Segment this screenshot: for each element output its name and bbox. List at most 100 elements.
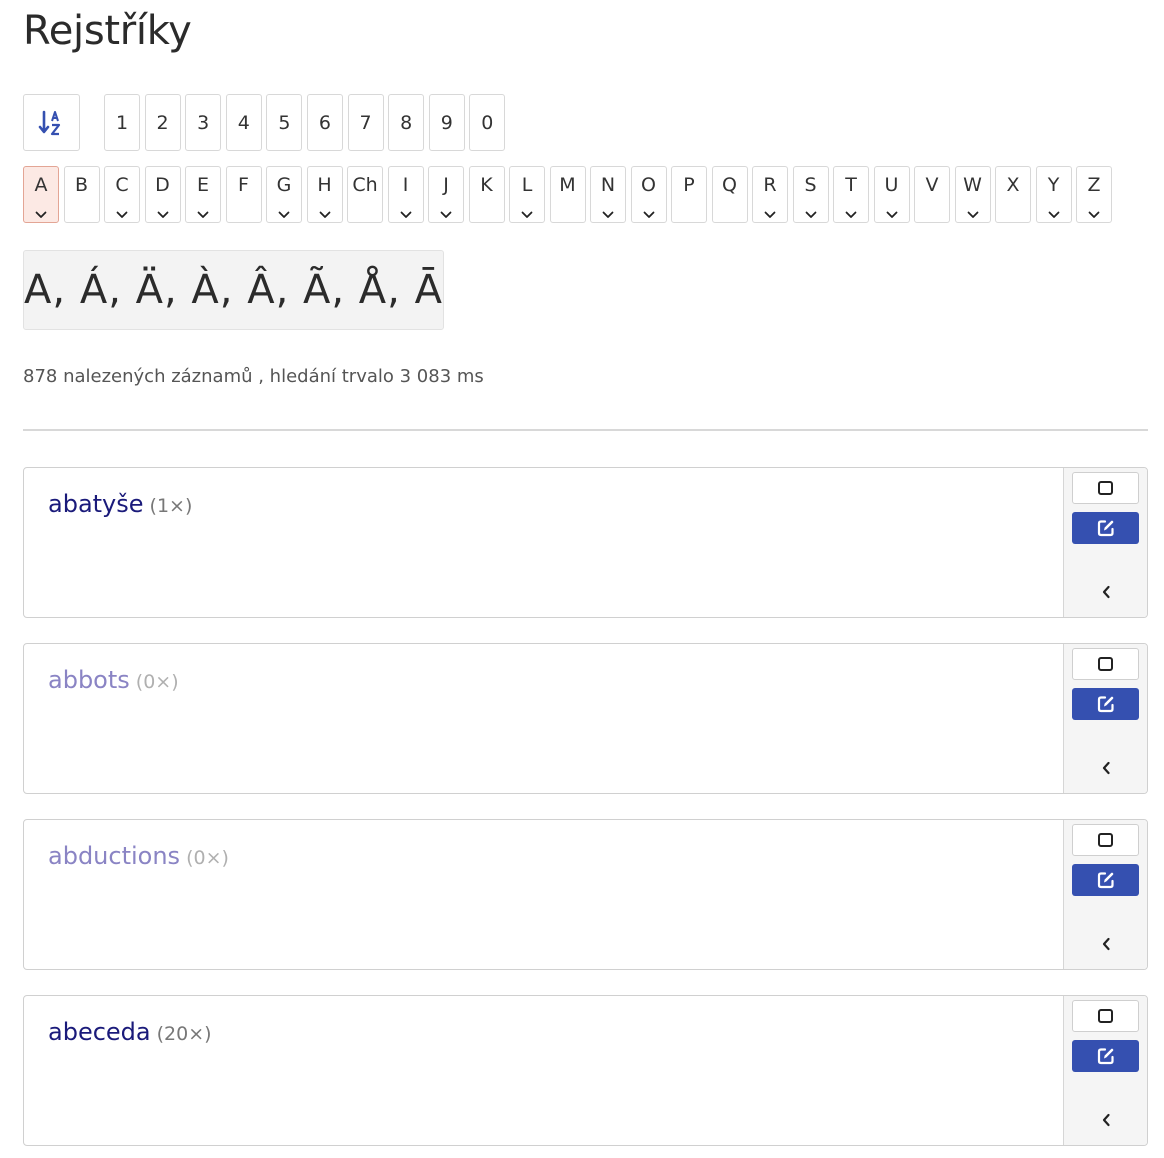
edit-button[interactable] bbox=[1072, 864, 1139, 896]
letter-expand-toggle[interactable] bbox=[308, 211, 342, 219]
select-checkbox-button[interactable] bbox=[1072, 648, 1139, 680]
letter-button[interactable]: M bbox=[549, 166, 586, 223]
letter-button[interactable]: B bbox=[63, 166, 100, 223]
letter-label: X bbox=[1006, 174, 1020, 196]
checkbox-icon bbox=[1098, 1009, 1113, 1023]
expand-button[interactable] bbox=[1072, 752, 1139, 784]
select-checkbox-button[interactable] bbox=[1072, 824, 1139, 856]
digit-button[interactable]: 3 bbox=[185, 94, 222, 151]
letter-button[interactable]: Y bbox=[1035, 166, 1072, 223]
letter-expand-toggle[interactable] bbox=[146, 211, 180, 219]
checkbox-icon bbox=[1098, 657, 1113, 671]
digit-button[interactable]: 7 bbox=[347, 94, 384, 151]
letter-button[interactable]: Q bbox=[711, 166, 748, 223]
digit-button[interactable]: 0 bbox=[469, 94, 506, 151]
select-checkbox-button[interactable] bbox=[1072, 1000, 1139, 1032]
letter-button[interactable]: I bbox=[387, 166, 424, 223]
letter-expand-toggle[interactable] bbox=[1037, 211, 1071, 219]
chevron-down-icon bbox=[157, 211, 168, 218]
expand-button[interactable] bbox=[1072, 576, 1139, 608]
digit-button[interactable]: 4 bbox=[225, 94, 262, 151]
chevron-down-icon bbox=[602, 211, 614, 218]
letter-button[interactable]: E bbox=[185, 166, 221, 223]
letter-expand-toggle[interactable] bbox=[591, 211, 625, 219]
letter-button[interactable]: F bbox=[225, 166, 262, 223]
chevron-down-icon bbox=[643, 211, 654, 218]
chevron-down-icon bbox=[440, 211, 452, 218]
letter-button[interactable]: D bbox=[144, 166, 181, 223]
digit-button[interactable]: 1 bbox=[104, 94, 140, 151]
letter-button[interactable]: S bbox=[792, 166, 829, 223]
digit-button[interactable]: 2 bbox=[144, 94, 181, 151]
digit-button[interactable]: 6 bbox=[306, 94, 343, 151]
entry-term[interactable]: abbots bbox=[48, 666, 130, 694]
entry-body: abductions (0×) bbox=[24, 820, 1063, 969]
letter-button[interactable]: C bbox=[104, 166, 140, 223]
edit-button[interactable] bbox=[1072, 512, 1139, 544]
edit-button[interactable] bbox=[1072, 688, 1139, 720]
digit-button[interactable]: 9 bbox=[428, 94, 465, 151]
letter-filter-bar: A B C D E F G H Ch I J K L M N O P Q R S T U V W X Y Z bbox=[23, 166, 1117, 223]
entry-term[interactable]: abductions bbox=[48, 842, 180, 870]
letter-expand-toggle[interactable] bbox=[632, 211, 666, 219]
edit-icon bbox=[1097, 872, 1114, 889]
chevron-down-icon bbox=[521, 211, 533, 218]
letter-expand-toggle[interactable] bbox=[956, 211, 990, 219]
entry-term[interactable]: abatyše bbox=[48, 490, 144, 518]
letter-label: M bbox=[559, 174, 576, 196]
letter-button[interactable]: Ch bbox=[347, 166, 383, 223]
digit-button[interactable]: 5 bbox=[266, 94, 303, 151]
entry-count: (0×) bbox=[135, 671, 179, 693]
letter-button[interactable]: T bbox=[833, 166, 869, 223]
letter-button[interactable]: K bbox=[468, 166, 505, 223]
letter-expand-toggle[interactable] bbox=[510, 211, 544, 219]
letter-button[interactable]: J bbox=[428, 166, 464, 223]
letter-expand-toggle[interactable] bbox=[389, 211, 423, 219]
letter-button[interactable]: Z bbox=[1076, 166, 1112, 223]
edit-button[interactable] bbox=[1072, 1040, 1139, 1072]
chevron-down-icon bbox=[845, 211, 857, 218]
letter-label: U bbox=[884, 174, 899, 196]
letter-expand-toggle[interactable] bbox=[753, 211, 787, 219]
letter-button[interactable]: W bbox=[954, 166, 991, 223]
letter-label: E bbox=[196, 174, 209, 196]
letter-expand-toggle[interactable] bbox=[875, 211, 909, 219]
entry-body: abatyše (1×) bbox=[24, 468, 1063, 617]
letter-button[interactable]: U bbox=[873, 166, 910, 223]
chevron-down-icon bbox=[1088, 211, 1100, 218]
select-checkbox-button[interactable] bbox=[1072, 472, 1139, 504]
letter-button[interactable]: H bbox=[306, 166, 343, 223]
letter-label: D bbox=[155, 174, 170, 196]
letter-button[interactable]: G bbox=[266, 166, 302, 223]
digit-button[interactable]: 8 bbox=[388, 94, 425, 151]
letter-expand-toggle[interactable] bbox=[186, 211, 220, 219]
letter-button[interactable]: L bbox=[509, 166, 545, 223]
letter-expand-toggle[interactable] bbox=[24, 211, 58, 219]
entry-term[interactable]: abeceda bbox=[48, 1018, 151, 1046]
letter-button[interactable]: P bbox=[671, 166, 707, 223]
letter-expand-toggle[interactable] bbox=[1077, 211, 1111, 219]
letter-expand-toggle[interactable] bbox=[105, 211, 139, 219]
letter-button[interactable]: R bbox=[752, 166, 788, 223]
expand-button[interactable] bbox=[1072, 1104, 1139, 1136]
letter-expand-toggle[interactable] bbox=[429, 211, 463, 219]
chevron-down-icon bbox=[197, 211, 209, 218]
letter-label: P bbox=[683, 174, 695, 196]
chevron-down-icon bbox=[319, 211, 330, 218]
expand-button[interactable] bbox=[1072, 928, 1139, 960]
letter-button[interactable]: O bbox=[630, 166, 667, 223]
sort-alpha-down-icon bbox=[38, 110, 60, 135]
letter-button[interactable]: N bbox=[590, 166, 626, 223]
letter-button[interactable]: V bbox=[914, 166, 950, 223]
sort-button[interactable] bbox=[23, 94, 80, 151]
entry-actions bbox=[1063, 468, 1147, 617]
edit-icon bbox=[1097, 520, 1114, 537]
letter-button[interactable]: A bbox=[23, 166, 59, 223]
letter-expand-toggle[interactable] bbox=[267, 211, 301, 219]
letter-button[interactable]: X bbox=[995, 166, 1031, 223]
letter-expand-toggle[interactable] bbox=[794, 211, 828, 219]
letter-label: T bbox=[845, 174, 857, 196]
search-stats: 878 nalezených záznamů , hledání trvalo … bbox=[23, 366, 484, 387]
letter-expand-toggle[interactable] bbox=[834, 211, 868, 219]
entry-actions bbox=[1063, 996, 1147, 1145]
